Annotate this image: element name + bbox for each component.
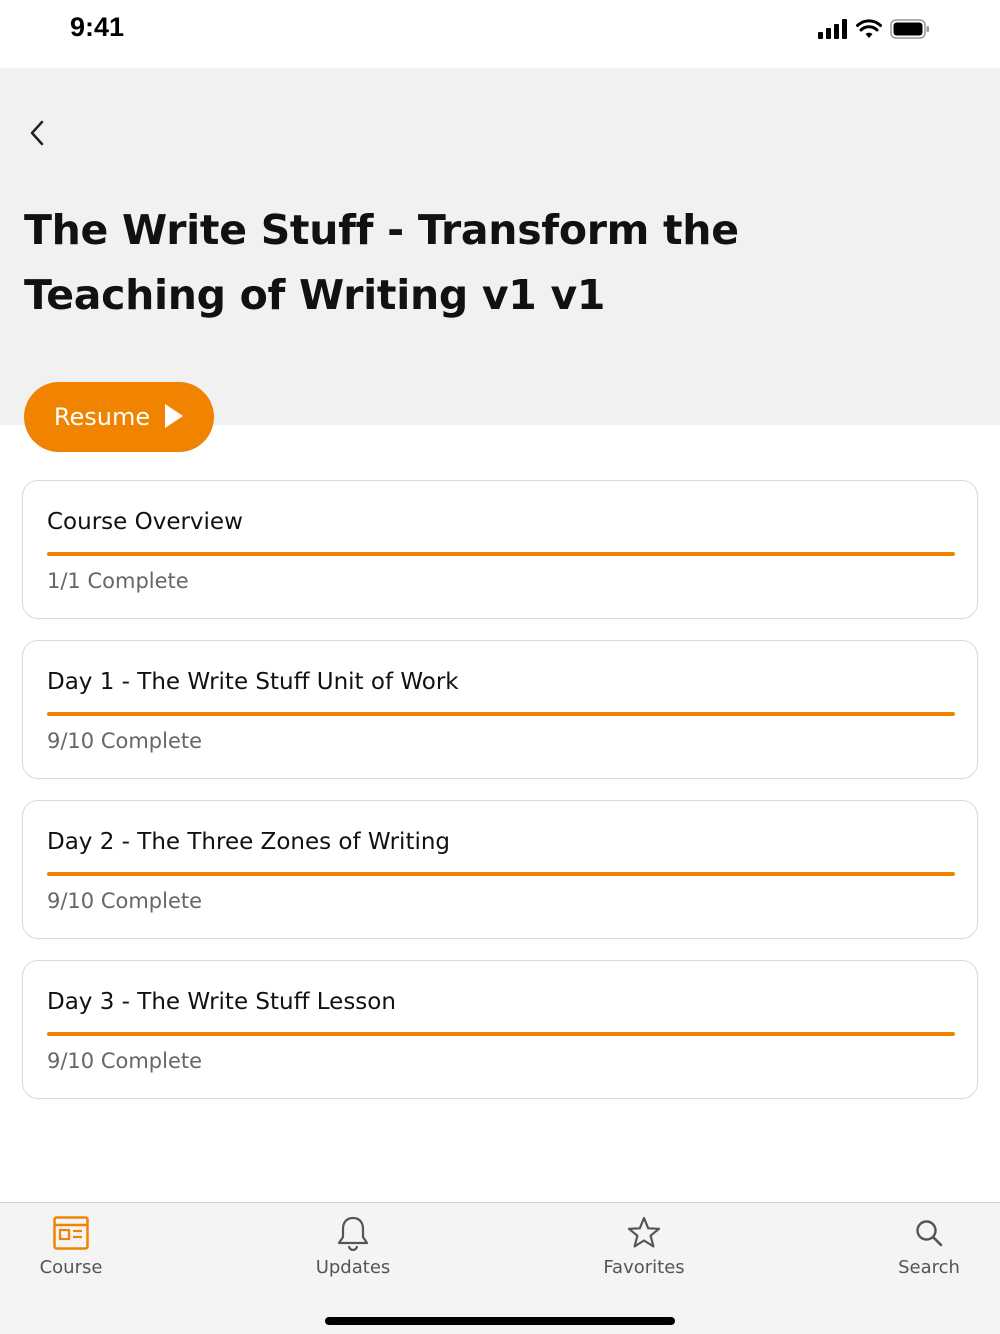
module-progress-bar xyxy=(47,872,955,876)
module-progress-fill xyxy=(47,552,955,556)
resume-label: Resume xyxy=(53,403,151,431)
module-status: 9/10 Complete xyxy=(47,1049,203,1073)
module-progress-fill xyxy=(47,712,955,716)
module-title: Day 2 - The Three Zones of Writing xyxy=(47,829,451,855)
battery-icon xyxy=(890,19,930,43)
tab-label: Favorites xyxy=(603,1257,685,1278)
status-bar: 9:41 xyxy=(0,0,1000,68)
tab-label: Search xyxy=(898,1257,960,1278)
module-card-day-3[interactable]: Day 3 - The Write Stuff Lesson 9/10 Comp… xyxy=(22,960,978,1099)
page-title: The Write Stuff - Transform the Teaching… xyxy=(24,206,739,319)
module-status: 9/10 Complete xyxy=(47,889,203,913)
chevron-left-icon xyxy=(29,119,45,151)
module-status: 1/1 Complete xyxy=(47,569,189,593)
tab-label: Course xyxy=(39,1257,103,1278)
play-icon xyxy=(164,403,184,432)
tab-favorites[interactable]: Favorites xyxy=(564,1203,724,1299)
module-progress-fill xyxy=(47,1032,955,1036)
module-progress-fill xyxy=(47,872,955,876)
status-time: 9:41 xyxy=(70,12,125,42)
module-title: Day 1 - The Write Stuff Unit of Work xyxy=(47,669,459,695)
module-title: Course Overview xyxy=(47,509,243,535)
module-status: 9/10 Complete xyxy=(47,729,203,753)
cellular-signal-icon xyxy=(818,19,848,43)
status-icons xyxy=(818,19,930,43)
home-indicator xyxy=(325,1317,675,1325)
module-progress-bar xyxy=(47,1032,955,1036)
star-icon xyxy=(627,1215,661,1251)
module-card-course-overview[interactable]: Course Overview 1/1 Complete xyxy=(22,480,978,619)
course-icon xyxy=(53,1215,89,1251)
module-card-day-2[interactable]: Day 2 - The Three Zones of Writing 9/10 … xyxy=(22,800,978,939)
tab-search[interactable]: Search xyxy=(849,1203,1000,1299)
tab-label: Updates xyxy=(315,1257,391,1278)
module-title: Day 3 - The Write Stuff Lesson xyxy=(47,989,396,1015)
bell-icon xyxy=(336,1215,370,1251)
module-progress-bar xyxy=(47,552,955,556)
wifi-icon xyxy=(856,19,882,43)
module-progress-bar xyxy=(47,712,955,716)
resume-button[interactable]: Resume xyxy=(24,382,214,452)
tab-course[interactable]: Course xyxy=(0,1203,151,1299)
back-button[interactable] xyxy=(22,117,52,153)
tab-updates[interactable]: Updates xyxy=(273,1203,433,1299)
module-card-day-1[interactable]: Day 1 - The Write Stuff Unit of Work 9/1… xyxy=(22,640,978,779)
tab-bar: Course Updates Favorites Search xyxy=(0,1202,1000,1334)
search-icon xyxy=(914,1215,944,1251)
